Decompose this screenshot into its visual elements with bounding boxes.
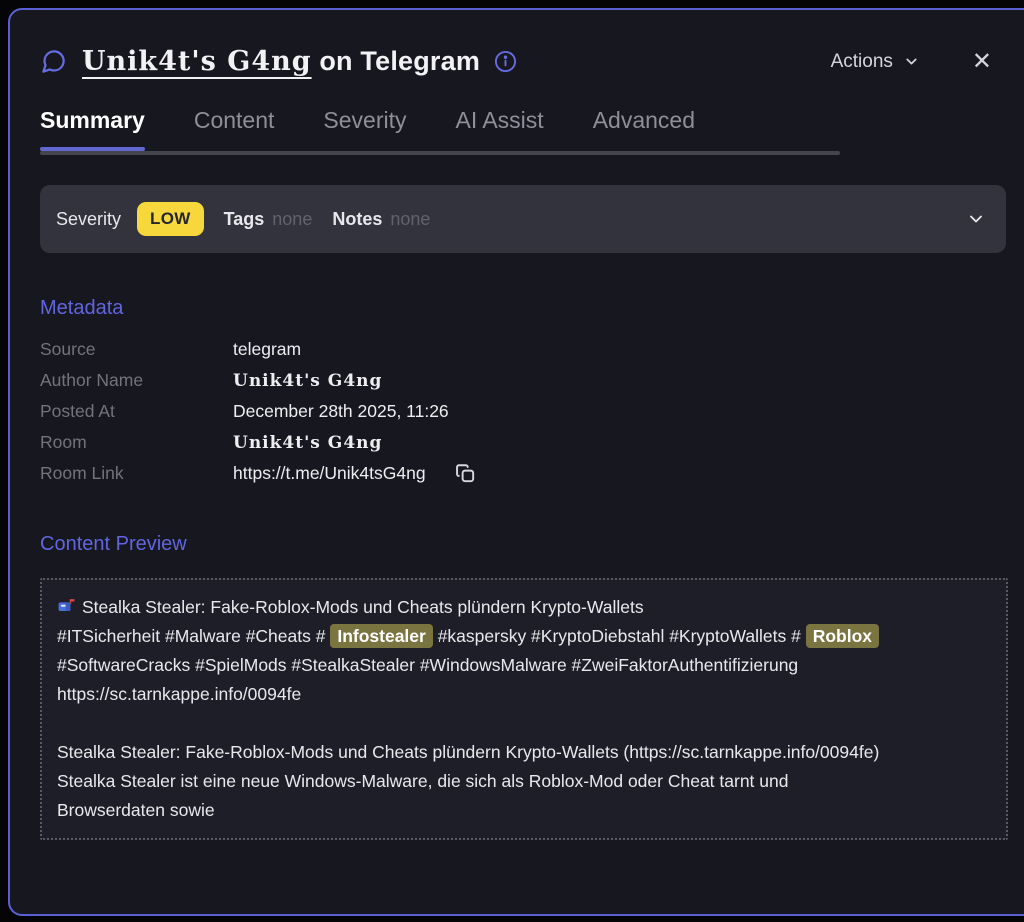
metadata-value-text: Unik4t's G4ng [233,371,382,391]
metadata-value-text: telegram [233,339,301,360]
metadata-value: December 28th 2025, 11:26 [233,401,449,422]
content-line: Stealka Stealer ist eine neue Windows-Ma… [57,767,991,796]
room-title-name: Unik4t's G4ng [82,46,312,77]
metadata-row-room: RoomUnik4t's G4ng [40,427,1006,458]
tab-ai-assist[interactable]: AI Assist [455,107,543,151]
tabs-underline-rule [40,151,840,155]
metadata-table: SourcetelegramAuthor NameUnik4t's G4ngPo… [40,334,1006,489]
close-button[interactable]: ✕ [972,50,992,74]
metadata-label: Source [40,339,233,360]
content-text: #kaspersky #KryptoDiebstahl #KryptoWalle… [433,626,806,646]
content-text: Stealka Stealer ist eine neue Windows-Ma… [57,771,788,791]
metadata-heading: Metadata [40,297,1006,320]
content-line: Stealka Stealer: Fake-Roblox-Mods und Ch… [57,738,991,767]
metadata-row-author-name: Author NameUnik4t's G4ng [40,365,1006,396]
content-text: #ITSicherheit #Malware #Cheats # [57,626,330,646]
content-line: Browserdaten sowie [57,796,991,825]
modal-header: Unik4t's G4ng on Telegram Actions ✕ [40,46,1006,77]
metadata-value: https://t.me/Unik4tsG4ng [233,462,477,485]
metadata-value-text: December 28th 2025, 11:26 [233,401,449,422]
copy-icon[interactable] [454,462,477,485]
content-preview-heading: Content Preview [40,533,1006,556]
metadata-value: Unik4t's G4ng [233,371,382,391]
content-text: Browserdaten sowie [57,800,215,820]
metadata-row-source: Sourcetelegram [40,334,1006,365]
chat-bubble-icon [40,48,67,75]
metadata-label: Room [40,432,233,453]
tab-summary[interactable]: Summary [40,107,145,151]
metadata-value-text: https://t.me/Unik4tsG4ng [233,463,426,484]
expand-chevron-icon[interactable] [966,209,986,229]
severity-summary-bar[interactable]: Severity LOW Tags none Notes none [40,185,1006,253]
tab-content[interactable]: Content [194,107,275,151]
chevron-down-icon [903,53,920,70]
metadata-value: Unik4t's G4ng [233,433,382,453]
metadata-value: telegram [233,339,301,360]
metadata-value-text: Unik4t's G4ng [233,433,382,453]
page-title: Unik4t's G4ng on Telegram [82,46,480,77]
highlighted-keyword: Roblox [806,624,879,648]
content-text: Stealka Stealer: Fake-Roblox-Mods und Ch… [82,597,644,617]
metadata-label: Room Link [40,463,233,484]
post-detail-modal: Unik4t's G4ng on Telegram Actions ✕ Summ… [8,8,1024,916]
actions-label: Actions [831,51,893,73]
highlighted-keyword: Infostealer [330,624,433,648]
content-line: #SoftwareCracks #SpielMods #StealkaSteal… [57,651,991,680]
content-line: Stealka Stealer: Fake-Roblox-Mods und Ch… [57,593,991,622]
notes-value: none [390,209,430,230]
actions-button[interactable]: Actions [831,51,920,73]
tags-label: Tags [224,209,265,230]
severity-badge: LOW [137,202,204,236]
content-line: https://sc.tarnkappe.info/0094fe [57,680,991,709]
tab-advanced[interactable]: Advanced [593,107,695,151]
content-preview-box: Stealka Stealer: Fake-Roblox-Mods und Ch… [40,578,1008,840]
metadata-label: Posted At [40,401,233,422]
tab-severity[interactable]: Severity [323,107,406,151]
content-text: Stealka Stealer: Fake-Roblox-Mods und Ch… [57,742,879,762]
tab-bar: Summary Content Severity AI Assist Advanced [40,107,840,155]
content-line [57,709,991,738]
tags-value: none [272,209,312,230]
notes-label: Notes [332,209,382,230]
content-text: https://sc.tarnkappe.info/0094fe [57,684,301,704]
room-title-suffix: on Telegram [319,46,480,76]
info-icon[interactable] [494,50,517,73]
content-text: #SoftwareCracks #SpielMods #StealkaSteal… [57,655,798,675]
content-line: #ITSicherheit #Malware #Cheats # Infoste… [57,622,991,651]
mailbox-emoji [57,596,76,615]
severity-label: Severity [56,209,121,230]
metadata-row-room-link: Room Linkhttps://t.me/Unik4tsG4ng [40,458,1006,489]
metadata-label: Author Name [40,370,233,391]
metadata-row-posted-at: Posted AtDecember 28th 2025, 11:26 [40,396,1006,427]
